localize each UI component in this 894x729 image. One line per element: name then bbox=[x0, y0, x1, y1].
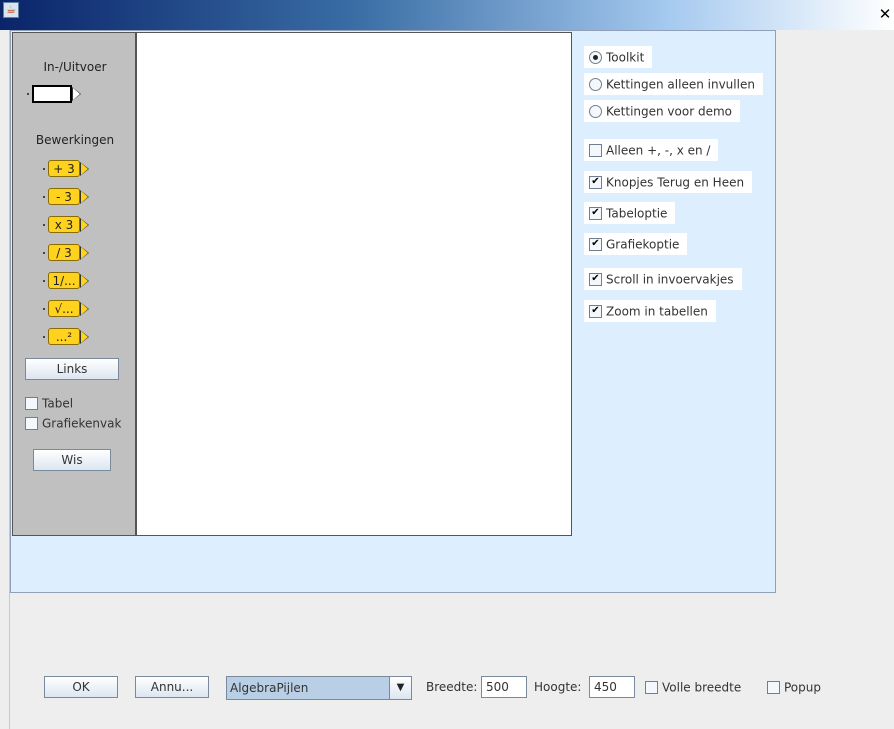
check-zoom-tabellen[interactable]: ✔ Zoom in tabellen bbox=[584, 300, 716, 322]
op-divide-3[interactable]: / 3 bbox=[43, 244, 118, 262]
connector-dot bbox=[43, 336, 45, 338]
checkbox-label: Scroll in invoervakjes bbox=[606, 272, 734, 287]
op-minus-3[interactable]: - 3 bbox=[43, 188, 118, 206]
connector-dot bbox=[43, 252, 45, 254]
check-alleen-basis[interactable]: Alleen +, -, x en / bbox=[584, 139, 719, 161]
checkmark-icon[interactable]: ✔ bbox=[589, 305, 602, 318]
op-label: 1/... bbox=[48, 272, 80, 289]
checkbox-label: Grafiekoptie bbox=[606, 237, 680, 252]
io-box bbox=[32, 85, 72, 103]
op-label: / 3 bbox=[48, 244, 80, 261]
arrow-right-icon bbox=[80, 246, 89, 260]
java-cup-icon: ☕ bbox=[3, 2, 19, 18]
grafiekenvak-label: Grafiekenvak bbox=[42, 416, 122, 431]
checkbox-box[interactable] bbox=[645, 681, 658, 694]
checkmark-icon[interactable]: ✔ bbox=[589, 238, 602, 251]
cancel-button[interactable]: Annu... bbox=[135, 676, 209, 698]
hoogte-input[interactable]: 450 bbox=[589, 676, 635, 698]
arrow-right-icon bbox=[80, 190, 89, 204]
arrow-right-icon bbox=[80, 302, 89, 316]
close-button[interactable]: ✕ bbox=[876, 4, 894, 24]
op-times-3[interactable]: x 3 bbox=[43, 216, 118, 234]
popup-label: Popup bbox=[784, 680, 821, 695]
arrow-right-icon bbox=[80, 274, 89, 288]
connector-dot bbox=[43, 196, 45, 198]
chevron-down-icon[interactable]: ▼ bbox=[389, 677, 411, 699]
radio-label: Toolkit bbox=[606, 50, 645, 65]
radio-kettingen-invullen[interactable]: Kettingen alleen invullen bbox=[584, 73, 763, 95]
checkbox-label: Alleen +, -, x en / bbox=[606, 143, 711, 158]
check-scroll-invoervakjes[interactable]: ✔ Scroll in invoervakjes bbox=[584, 268, 742, 290]
arrow-right-icon bbox=[80, 330, 89, 344]
drawing-canvas[interactable] bbox=[136, 32, 572, 536]
connector-dot bbox=[43, 308, 45, 310]
checkbox-label: Zoom in tabellen bbox=[606, 304, 708, 319]
connector-dot bbox=[43, 224, 45, 226]
checkmark-icon[interactable]: ✔ bbox=[589, 273, 602, 286]
radio-button[interactable] bbox=[589, 78, 602, 91]
io-title: In-/Uitvoer bbox=[43, 60, 107, 74]
wis-button[interactable]: Wis bbox=[33, 449, 111, 471]
breedte-input[interactable]: 500 bbox=[481, 676, 527, 698]
grafiekenvak-checkbox[interactable]: Grafiekenvak bbox=[25, 412, 121, 435]
radio-button[interactable] bbox=[589, 105, 602, 118]
op-sqrt[interactable]: √... bbox=[43, 300, 118, 318]
op-label: √... bbox=[48, 300, 80, 317]
check-tabeloptie[interactable]: ✔ Tabeloptie bbox=[584, 202, 676, 224]
radio-kettingen-demo[interactable]: Kettingen voor demo bbox=[584, 100, 740, 122]
radio-toolkit[interactable]: Toolkit bbox=[584, 46, 653, 68]
arrow-right-icon bbox=[80, 162, 89, 176]
toolbox-panel: In-/Uitvoer Bewerkingen + 3 - 3 x 3 / 3 … bbox=[12, 32, 136, 536]
tabel-label: Tabel bbox=[42, 396, 74, 411]
checkbox-box[interactable] bbox=[767, 681, 780, 694]
arrow-right-icon bbox=[80, 218, 89, 232]
op-label: - 3 bbox=[48, 188, 80, 205]
volle-breedte-label: Volle breedte bbox=[662, 680, 742, 695]
checkbox-box[interactable] bbox=[25, 397, 38, 410]
checkbox-label: Tabeloptie bbox=[606, 206, 668, 221]
connector-dot bbox=[43, 280, 45, 282]
checkmark-icon[interactable]: ✔ bbox=[589, 176, 602, 189]
check-grafiekoptie[interactable]: ✔ Grafiekoptie bbox=[584, 233, 688, 255]
volle-breedte-checkbox[interactable]: Volle breedte bbox=[645, 676, 741, 699]
radio-label: Kettingen voor demo bbox=[606, 104, 732, 119]
ok-button[interactable]: OK bbox=[44, 676, 118, 698]
checkmark-icon[interactable]: ✔ bbox=[589, 207, 602, 220]
connector-dot bbox=[43, 168, 45, 170]
checkbox-label: Knopjes Terug en Heen bbox=[606, 175, 745, 190]
title-bar[interactable]: ☕ ✕ bbox=[0, 0, 894, 30]
op-label: + 3 bbox=[48, 160, 80, 177]
checkbox-box[interactable] bbox=[589, 144, 602, 157]
hoogte-label: Hoogte: bbox=[534, 680, 582, 694]
checkbox-box[interactable] bbox=[25, 417, 38, 430]
connector-dot bbox=[27, 93, 29, 95]
io-block[interactable] bbox=[27, 85, 102, 103]
type-select-value: AlgebraPijlen bbox=[227, 677, 389, 699]
op-label: x 3 bbox=[48, 216, 80, 233]
op-reciprocal[interactable]: 1/... bbox=[43, 272, 118, 290]
ops-title: Bewerkingen bbox=[35, 133, 115, 147]
radio-button[interactable] bbox=[589, 51, 602, 64]
breedte-label: Breedte: bbox=[426, 680, 478, 694]
radio-label: Kettingen alleen invullen bbox=[606, 77, 755, 92]
type-select[interactable]: AlgebraPijlen ▼ bbox=[226, 676, 412, 700]
check-knopjes-terug-heen[interactable]: ✔ Knopjes Terug en Heen bbox=[584, 171, 753, 193]
op-label: ...² bbox=[48, 328, 80, 345]
left-frame-edge bbox=[0, 30, 10, 729]
links-button[interactable]: Links bbox=[25, 358, 119, 380]
op-plus-3[interactable]: + 3 bbox=[43, 160, 118, 178]
popup-checkbox[interactable]: Popup bbox=[767, 676, 821, 699]
arrow-right-icon bbox=[72, 87, 81, 101]
op-square[interactable]: ...² bbox=[43, 328, 118, 346]
